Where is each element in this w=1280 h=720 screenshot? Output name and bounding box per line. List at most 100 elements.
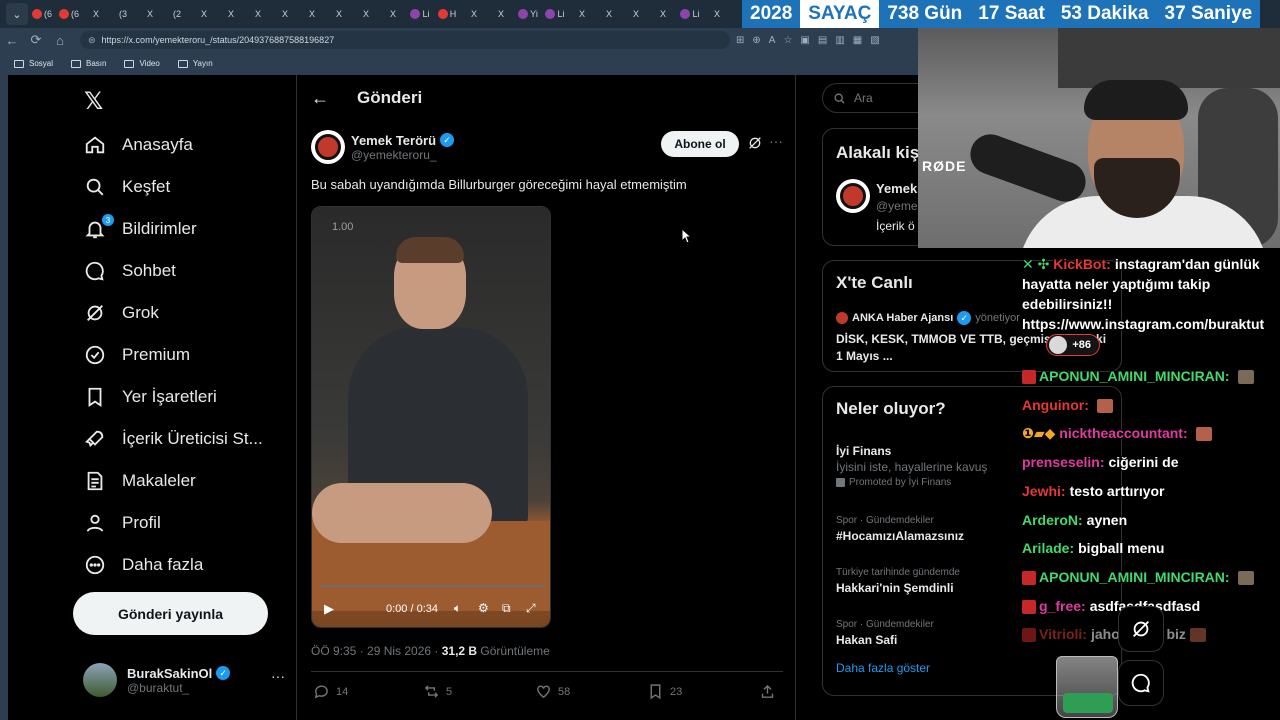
tab-x[interactable]: X bbox=[326, 3, 352, 25]
trend-item[interactable]: Spor · Gündemdekiler Hakan Safi bbox=[836, 619, 934, 647]
bookmark-folder-sosyal[interactable]: Sosyal bbox=[14, 59, 53, 68]
show-more-link[interactable]: Daha fazla göster bbox=[836, 661, 930, 675]
volume-icon[interactable]: 🔈︎ bbox=[454, 601, 461, 616]
tab-favicon[interactable]: Li bbox=[542, 3, 568, 25]
tab-favicon[interactable]: (6 bbox=[56, 3, 82, 25]
messages-floating-button[interactable] bbox=[1118, 660, 1164, 706]
chat-message: Jewhi: testo arttırıyor bbox=[1022, 483, 1165, 499]
repost-button[interactable]: 5 bbox=[423, 683, 452, 700]
chat-message: Anguinor: bbox=[1022, 395, 1280, 415]
tab-x[interactable]: X bbox=[488, 3, 514, 25]
grok-icon[interactable] bbox=[747, 135, 763, 151]
tab-x[interactable]: X bbox=[191, 3, 217, 25]
sidebar-item-premium[interactable]: Premium bbox=[84, 334, 190, 376]
related-name[interactable]: Yemek bbox=[876, 181, 917, 196]
emote-icon bbox=[1195, 427, 1212, 442]
page-title: Gönderi bbox=[357, 88, 423, 107]
window-edge bbox=[0, 75, 8, 720]
sidebar-item-notifications[interactable]: 3 Bildirimler bbox=[84, 208, 197, 250]
x-logo-icon[interactable]: 𝕏 bbox=[84, 87, 103, 116]
back-arrow-icon[interactable]: ← bbox=[0, 33, 24, 48]
tab-x[interactable]: X bbox=[218, 3, 244, 25]
zoom-icon[interactable]: ⊕ bbox=[752, 35, 760, 46]
bookmark-folder-yayin[interactable]: Yayın bbox=[177, 59, 213, 68]
fullscreen-icon[interactable]: ⤢ bbox=[526, 601, 536, 616]
reply-button[interactable]: 14 bbox=[313, 683, 348, 700]
settings-gear-icon[interactable]: ⚙ bbox=[478, 601, 489, 615]
picture-in-picture-icon[interactable]: ⧉ bbox=[502, 601, 511, 616]
tab-x[interactable]: X bbox=[596, 3, 622, 25]
tab-list-chevron-icon[interactable]: ⌄ bbox=[6, 3, 28, 25]
back-arrow-icon[interactable]: ← bbox=[311, 88, 331, 109]
bookmark-button[interactable]: 23 bbox=[647, 683, 682, 700]
related-avatar[interactable] bbox=[836, 179, 870, 213]
tab-x[interactable]: X bbox=[623, 3, 649, 25]
emote-icon bbox=[1096, 399, 1113, 414]
more-dots-icon[interactable]: ··· bbox=[271, 668, 285, 684]
tab-x[interactable]: X bbox=[569, 3, 595, 25]
subscribe-button[interactable]: Abone ol bbox=[661, 131, 739, 157]
trend-item[interactable]: Spor · Gündemdekiler #HocamızıAlamazsını… bbox=[836, 515, 964, 543]
like-button[interactable]: 58 bbox=[535, 683, 570, 700]
sidebar-item-chat[interactable]: Sohbet bbox=[84, 250, 176, 292]
author-handle[interactable]: @yemekteroru_ bbox=[351, 148, 454, 162]
tab-favicon[interactable]: Yi bbox=[515, 3, 541, 25]
bookmark-folder-basin[interactable]: Basın bbox=[71, 59, 106, 68]
tab-favicon[interactable]: Li bbox=[407, 3, 433, 25]
profile-icon bbox=[86, 514, 104, 532]
account-switcher[interactable]: BurakSakinOl ✓ @buraktut_ ··· bbox=[83, 660, 293, 700]
tab-x[interactable]: X bbox=[461, 3, 487, 25]
tab-favicon[interactable]: H bbox=[434, 3, 460, 25]
site-info-icon[interactable]: ⊜ bbox=[88, 35, 96, 46]
install-app-icon[interactable]: ⊞ bbox=[736, 35, 744, 46]
tab-x[interactable]: (2 bbox=[164, 3, 190, 25]
sidebar-item-creator-studio[interactable]: İçerik Üreticisi St... bbox=[84, 418, 263, 460]
sidebar-item-home[interactable]: Anasayfa bbox=[84, 124, 193, 166]
trend-item[interactable]: İyi Finans İyisini iste, hayallerine kav… bbox=[836, 441, 987, 488]
grok-floating-button[interactable] bbox=[1118, 606, 1164, 652]
home-icon[interactable]: ⌂ bbox=[48, 33, 72, 48]
tab-x[interactable]: X bbox=[83, 3, 109, 25]
extension-icon[interactable]: ▦ bbox=[853, 35, 862, 46]
video-player[interactable]: 1.00 ▶ 0:00 / 0:34 🔈︎ ⚙ ⧉ ⤢ bbox=[311, 206, 551, 628]
sidebar-item-grok[interactable]: Grok bbox=[84, 292, 159, 334]
tweet-timestamp[interactable]: ÖÖ 9:35 · 29 Nis 2026 · bbox=[311, 644, 442, 658]
tab-x[interactable]: X bbox=[380, 3, 406, 25]
trend-item[interactable]: Türkiye tarihinde gündemde Hakkari'nin Ş… bbox=[836, 567, 960, 595]
tab-x[interactable]: X bbox=[137, 3, 163, 25]
viewer-avatars-pill[interactable]: +86 bbox=[1046, 334, 1100, 356]
sidebar-item-explore[interactable]: Keşfet bbox=[84, 166, 170, 208]
video-progress-bar[interactable] bbox=[320, 585, 544, 587]
extension-icon[interactable]: ▤ bbox=[818, 35, 827, 46]
extension-icon[interactable]: ▧ bbox=[870, 35, 879, 46]
address-bar[interactable]: ⊜ https://x.com/yemekteroru_/status/2049… bbox=[80, 31, 730, 49]
favorite-star-icon[interactable]: ☆ bbox=[783, 35, 792, 46]
tab-favicon[interactable]: Li bbox=[677, 3, 703, 25]
tweet-author: Yemek Terörü ✓ @yemekteroru_ Abone ol ··· bbox=[311, 129, 783, 165]
sidebar-item-articles[interactable]: Makaleler bbox=[84, 460, 196, 502]
sidebar-item-more[interactable]: Daha fazla bbox=[84, 544, 203, 586]
folder-icon bbox=[71, 59, 82, 68]
more-dots-icon[interactable]: ··· bbox=[769, 133, 783, 149]
play-icon[interactable]: ▶ bbox=[324, 601, 334, 617]
sidebar-item-profile[interactable]: Profil bbox=[84, 502, 161, 544]
tab-x[interactable]: X bbox=[245, 3, 271, 25]
tab-x[interactable]: X bbox=[650, 3, 676, 25]
author-name[interactable]: Yemek Terörü bbox=[351, 133, 436, 148]
tab-x[interactable]: X bbox=[272, 3, 298, 25]
sidebar-item-bookmarks[interactable]: Yer İşaretleri bbox=[84, 376, 217, 418]
read-aloud-icon[interactable]: A bbox=[769, 35, 776, 46]
author-avatar[interactable] bbox=[311, 130, 345, 164]
tab-x[interactable]: X bbox=[704, 3, 730, 25]
tab-x[interactable]: X bbox=[353, 3, 379, 25]
extension-icon[interactable]: ▥ bbox=[835, 35, 844, 46]
reload-icon[interactable]: ⟳ bbox=[24, 32, 48, 48]
tab-x[interactable]: X bbox=[299, 3, 325, 25]
tab-favicon[interactable]: (6 bbox=[29, 3, 55, 25]
grok-icon bbox=[1133, 621, 1149, 637]
share-button[interactable] bbox=[759, 683, 782, 700]
bookmark-folder-video[interactable]: Video bbox=[124, 59, 160, 68]
tab-x[interactable]: (3 bbox=[110, 3, 136, 25]
extension-icon[interactable]: ▣ bbox=[800, 35, 809, 46]
post-button[interactable]: Gönderi yayınla bbox=[73, 592, 268, 635]
